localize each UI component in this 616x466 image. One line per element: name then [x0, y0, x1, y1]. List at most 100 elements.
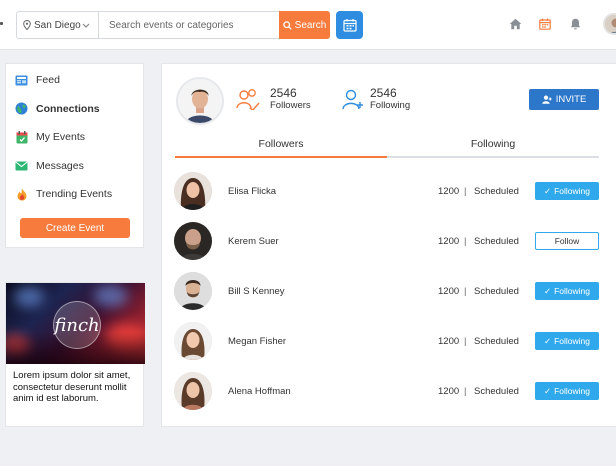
follower-count: 1200: [438, 235, 460, 247]
connections-panel: 2546 Followers 2546 Following INVITE Fol…: [161, 63, 616, 427]
following-button[interactable]: ✓ Following: [535, 332, 599, 350]
calendar-icon: [15, 130, 28, 144]
follower-status: Scheduled: [474, 385, 519, 397]
follower-avatar[interactable]: [174, 272, 212, 310]
sidebar-item-label: Connections: [36, 102, 100, 115]
search-input[interactable]: [99, 12, 279, 38]
follower-status: Scheduled: [474, 235, 519, 247]
follower-avatar[interactable]: [174, 372, 212, 410]
search-bar: San Diego Search: [16, 11, 330, 39]
user-avatar-image: [605, 15, 616, 33]
follow-button[interactable]: Follow: [535, 232, 599, 250]
events-calendar-button[interactable]: [536, 15, 554, 33]
search-button[interactable]: Search: [279, 11, 330, 39]
create-event-button[interactable]: Create Event: [20, 218, 130, 238]
ad-text: Lorem ipsum dolor sit amet, consectetur …: [13, 370, 131, 404]
follower-avatar[interactable]: [174, 172, 212, 210]
button-label: Following: [554, 336, 591, 346]
following-button[interactable]: ✓ Following: [535, 382, 599, 400]
sidebar-item-label: Trending Events: [36, 188, 113, 201]
sidebar-item-messages[interactable]: Messages: [6, 152, 143, 181]
calendar-button[interactable]: [336, 11, 363, 39]
follower-row: Kerem Suer 1200 | Scheduled Follow: [174, 221, 600, 261]
newspaper-icon: [15, 74, 28, 87]
follower-name[interactable]: Megan Fisher: [228, 336, 286, 347]
following-icon: [342, 89, 363, 110]
follower-avatar[interactable]: [174, 322, 212, 360]
follower-count: 1200: [438, 185, 460, 197]
follower-name[interactable]: Alena Hoffman: [228, 386, 291, 397]
sidebar-item-connections[interactable]: Connections: [6, 95, 143, 124]
followers-stat[interactable]: 2546 Followers: [236, 86, 311, 112]
search-icon: [282, 20, 292, 30]
tab-followers[interactable]: Followers: [175, 134, 387, 158]
calendar-icon: [539, 18, 551, 30]
separator: |: [464, 385, 467, 397]
sidebar-item-label: My Events: [36, 131, 86, 144]
sidebar-item-my-events[interactable]: My Events: [6, 123, 143, 152]
profile-avatar-image: [178, 79, 222, 123]
user-avatar[interactable]: [603, 13, 616, 35]
follower-row: Megan Fisher 1200 | Scheduled ✓ Following: [174, 321, 600, 361]
button-label: Following: [554, 386, 591, 396]
followers-label: Followers: [270, 100, 311, 111]
fire-icon: [15, 188, 28, 201]
follower-count: 1200: [438, 335, 460, 347]
following-label: Following: [370, 100, 411, 111]
sidebar-item-label: Feed: [36, 74, 60, 87]
follower-row: Alena Hoffman 1200 | Scheduled ✓ Followin…: [174, 371, 600, 411]
follower-row: Elisa Flicka 1200 | Scheduled ✓ Following: [174, 171, 600, 211]
separator: |: [464, 185, 467, 197]
connections-tabs: Followers Following: [175, 134, 599, 158]
profile-avatar[interactable]: [176, 77, 224, 125]
follower-status: Scheduled: [474, 335, 519, 347]
follower-row: Bill S Kenney 1200 | Scheduled ✓ Followin…: [174, 271, 600, 311]
follower-name[interactable]: Bill S Kenney: [228, 286, 285, 297]
followers-icon: [236, 89, 260, 110]
check-icon: ✓: [543, 335, 552, 346]
bell-icon: [570, 18, 580, 30]
edge-mark: [0, 22, 3, 25]
follower-status: Scheduled: [474, 185, 519, 197]
sidebar-item-label: Messages: [36, 159, 84, 172]
mail-icon: [15, 159, 28, 172]
notifications-button[interactable]: [566, 15, 584, 33]
sidebar-item-trending-events[interactable]: Trending Events: [6, 180, 143, 209]
separator: |: [464, 235, 467, 247]
invite-button[interactable]: INVITE: [529, 89, 599, 110]
following-button[interactable]: ✓ Following: [535, 182, 599, 200]
follower-name[interactable]: Elisa Flicka: [228, 186, 276, 197]
following-button[interactable]: ✓ Following: [535, 282, 599, 300]
location-selector[interactable]: San Diego: [17, 12, 99, 38]
following-count: 2546: [370, 86, 397, 100]
check-icon: ✓: [543, 285, 552, 296]
globe-icon: [15, 102, 28, 115]
follower-name[interactable]: Kerem Suer: [228, 236, 279, 247]
top-bar: San Diego Search: [0, 0, 616, 50]
follower-count: 1200: [438, 285, 460, 297]
check-icon: ✓: [543, 185, 552, 196]
check-icon: ✓: [543, 385, 552, 396]
ad-card[interactable]: finch Lorem ipsum dolor sit amet, consec…: [5, 282, 145, 427]
separator: |: [464, 335, 467, 347]
follower-avatar[interactable]: [174, 222, 212, 260]
chevron-down-icon: [82, 23, 90, 28]
tab-following[interactable]: Following: [387, 134, 599, 158]
button-label: Following: [554, 286, 591, 296]
search-button-label: Search: [294, 19, 327, 31]
follower-count: 1200: [438, 385, 460, 397]
finch-logo: finch: [53, 301, 101, 349]
home-icon: [509, 18, 521, 30]
separator: |: [464, 285, 467, 297]
followers-count: 2546: [270, 86, 297, 100]
ad-image: finch: [6, 283, 145, 364]
sidebar: Feed Connections My Events Messages Tren…: [5, 63, 144, 248]
sidebar-item-feed[interactable]: Feed: [6, 66, 143, 95]
invite-label: INVITE: [555, 94, 587, 105]
home-button[interactable]: [506, 15, 524, 33]
button-label: Following: [554, 186, 591, 196]
button-label: Follow: [554, 236, 580, 246]
following-stat[interactable]: 2546 Following: [342, 86, 410, 112]
location-pin-icon: [23, 20, 31, 30]
add-user-icon: [541, 95, 552, 104]
